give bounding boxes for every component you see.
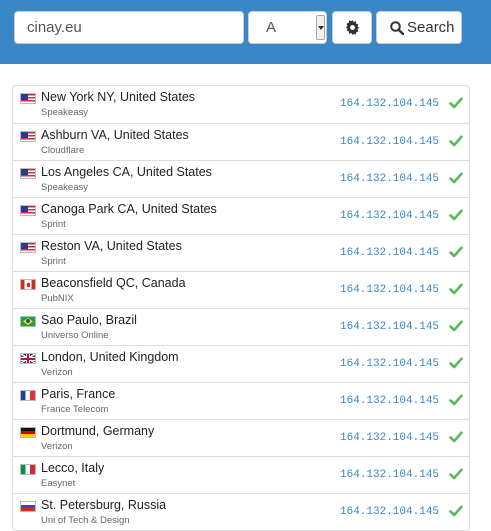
result-row: Ashburn VA, United States Cloudflare 164.1… [13, 123, 469, 160]
result-row: London, United Kingdom Verizon 164.132.104… [13, 345, 469, 382]
settings-button[interactable] [332, 11, 372, 44]
result-ip[interactable]: 164.132.104.145 [340, 173, 439, 185]
result-row: Reston VA, United States Sprint 164.132.10… [13, 234, 469, 271]
check-icon [449, 468, 463, 480]
result-isp: Universo Online [41, 330, 109, 341]
flag-ca-icon [20, 279, 36, 290]
result-ip[interactable]: 164.132.104.145 [340, 210, 439, 222]
check-icon [449, 209, 463, 221]
result-row: Dortmund, Germany Verizon 164.132.104.145 [13, 419, 469, 456]
check-icon [449, 97, 463, 109]
result-row: New York NY, United States Speakeasy 164.1… [13, 86, 469, 123]
result-ip[interactable]: 164.132.104.145 [340, 284, 439, 296]
record-type-value: A [266, 19, 277, 36]
flag-ru-icon [20, 501, 36, 512]
result-row: Sao Paulo, Brazil Universo Online 164.132.… [13, 308, 469, 345]
search-button[interactable]: Search [376, 11, 462, 44]
check-icon [449, 357, 463, 369]
result-location: Lecco, Italy [41, 461, 105, 475]
dropdown-arrow-icon[interactable] [316, 15, 325, 40]
result-ip[interactable]: 164.132.104.145 [340, 506, 439, 518]
result-ip[interactable]: 164.132.104.145 [340, 358, 439, 370]
result-ip[interactable]: 164.132.104.145 [340, 432, 439, 444]
result-location: London, United Kingdom [41, 350, 179, 364]
result-isp: PubNIX [41, 293, 74, 304]
result-isp: Sprint [41, 256, 66, 267]
result-ip[interactable]: 164.132.104.145 [340, 395, 439, 407]
result-location: Paris, France [41, 387, 116, 401]
result-ip[interactable]: 164.132.104.145 [340, 321, 439, 333]
flag-it-icon [20, 464, 36, 475]
flag-br-icon [20, 316, 36, 327]
result-location: Los Angeles CA, United States [41, 165, 212, 179]
result-isp: Easynet [41, 478, 76, 489]
result-location: New York NY, United States [41, 90, 196, 104]
result-location: Canoga Park CA, United States [41, 202, 217, 216]
flag-us-icon [20, 168, 36, 179]
check-icon [449, 283, 463, 295]
result-location: St. Petersburg, Russia [41, 498, 167, 512]
result-row: Los Angeles CA, United States Speakeasy 16… [13, 160, 469, 197]
check-icon [449, 505, 463, 517]
result-isp: Speakeasy [41, 182, 89, 193]
result-row: Canoga Park CA, United States Sprint 164.1… [13, 197, 469, 234]
search-button-label: Search [407, 19, 455, 36]
flag-fr-icon [20, 390, 36, 401]
check-icon [449, 431, 463, 443]
result-isp: Uni of Tech & Design [41, 515, 130, 526]
header-bar: A Search [0, 0, 491, 64]
record-type-select[interactable]: A [248, 11, 327, 44]
result-row: St. Petersburg, Russia Uni of Tech & Desi… [13, 493, 469, 530]
flag-us-icon [20, 131, 36, 142]
check-icon [449, 320, 463, 332]
result-isp: Sprint [41, 219, 66, 230]
result-isp: France Telecom [41, 404, 109, 415]
flag-us-icon [20, 205, 36, 216]
result-location: Beaconsfield QC, Canada [41, 276, 186, 290]
result-location: Ashburn VA, United States [41, 128, 189, 142]
result-isp: Speakeasy [41, 107, 89, 118]
result-ip[interactable]: 164.132.104.145 [340, 136, 439, 148]
flag-de-icon [20, 427, 36, 438]
result-isp: Verizon [41, 441, 73, 452]
result-row: Beaconsfield QC, Canada PubNIX 164.132.104… [13, 271, 469, 308]
results-list: New York NY, United States Speakeasy 164.1… [12, 85, 470, 531]
gear-icon [345, 20, 360, 35]
result-isp: Verizon [41, 367, 73, 378]
result-ip[interactable]: 164.132.104.145 [340, 247, 439, 259]
flag-gb-icon [20, 353, 36, 364]
check-icon [449, 394, 463, 406]
result-row: Paris, France France Telecom 164.132.104.1… [13, 382, 469, 419]
check-icon [449, 135, 463, 147]
result-location: Dortmund, Germany [41, 424, 155, 438]
result-isp: Cloudflare [41, 145, 85, 156]
hostname-input[interactable] [14, 11, 244, 44]
result-row: Lecco, Italy Easynet 164.132.104.145 [13, 456, 469, 493]
result-location: Reston VA, United States [41, 239, 182, 253]
result-ip[interactable]: 164.132.104.145 [340, 469, 439, 481]
search-icon [390, 21, 404, 35]
check-icon [449, 172, 463, 184]
result-ip[interactable]: 164.132.104.145 [340, 98, 439, 110]
result-location: Sao Paulo, Brazil [41, 313, 137, 327]
flag-us-icon [20, 242, 36, 253]
flag-us-icon [20, 93, 36, 104]
check-icon [449, 246, 463, 258]
